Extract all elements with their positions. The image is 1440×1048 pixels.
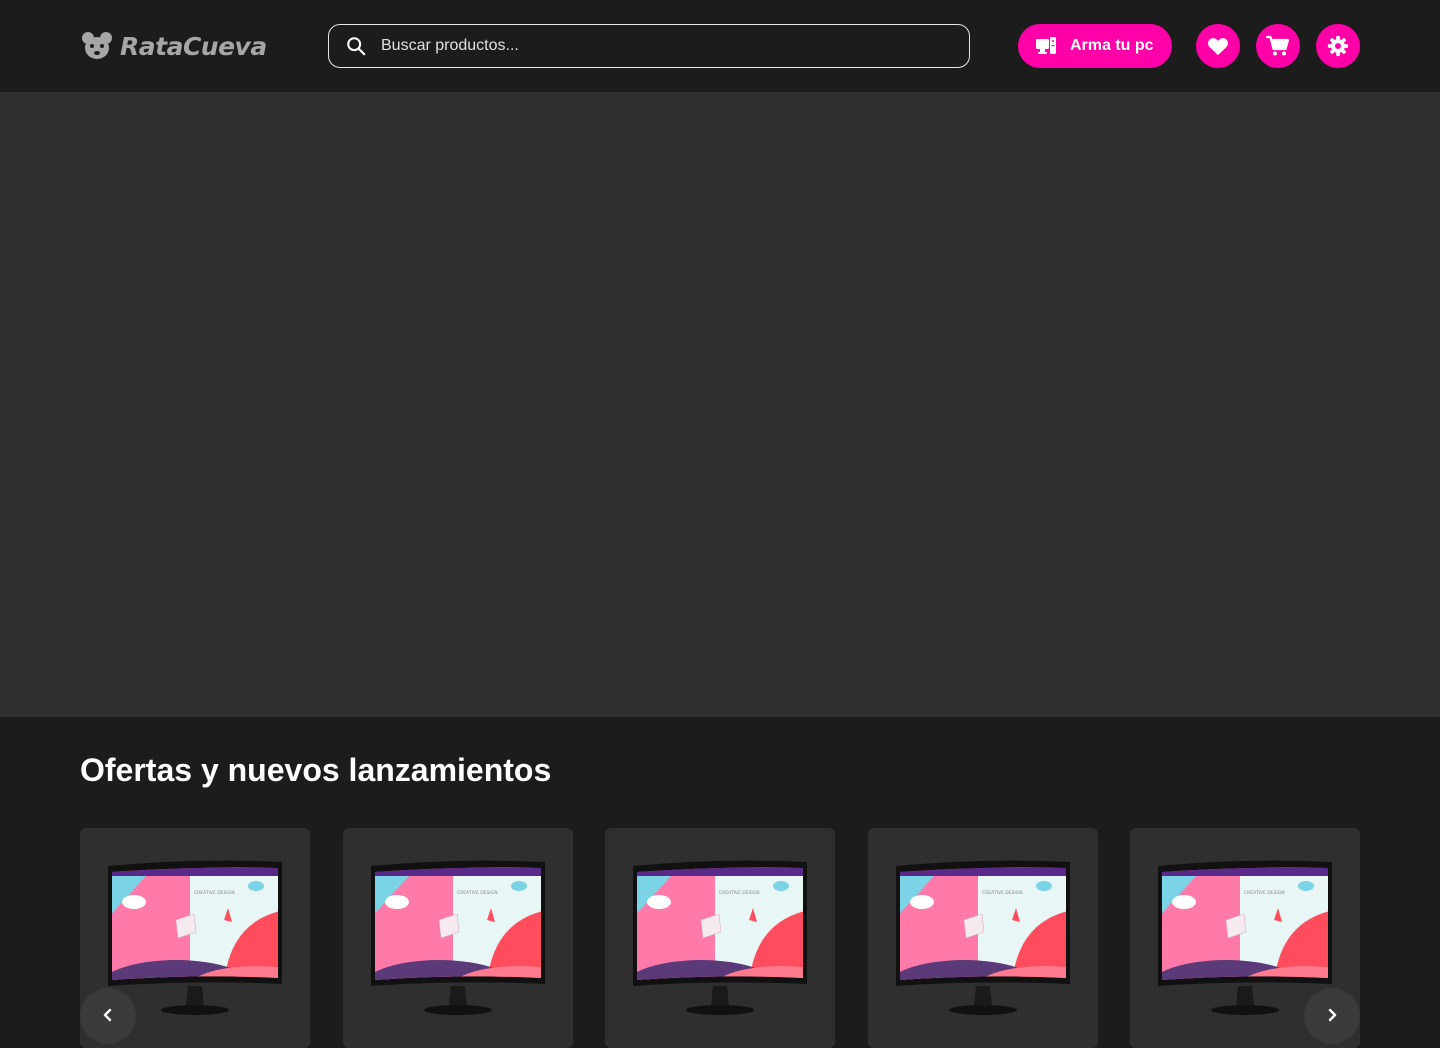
search-bar[interactable] (328, 24, 970, 68)
section-title: Ofertas y nuevos lanzamientos (80, 752, 552, 788)
product-image: CREATIVE DESIGN (108, 860, 282, 1015)
pc-build-icon (1036, 37, 1056, 54)
product-image: CREATIVE DESIGN (895, 860, 1070, 1015)
screen-text: CREATIVE DESIGN (457, 890, 498, 896)
product-image: CREATIVE DESIGN (1158, 860, 1332, 1015)
carousel-prev-button[interactable] (80, 988, 136, 1044)
cart-icon (1266, 35, 1290, 56)
gear-icon (1327, 35, 1349, 57)
logo[interactable]: RataCueva (80, 28, 267, 64)
carousel-next-button[interactable] (1304, 988, 1360, 1044)
product-image: CREATIVE DESIGN (370, 860, 545, 1015)
top-header: RataCueva Arma tu pc (0, 0, 1440, 92)
rat-logo-icon (82, 32, 112, 59)
screen-text: CREATIVE DESIGN (982, 890, 1023, 896)
search-icon[interactable] (345, 35, 367, 57)
product-carousel: CREATIVE DESIGN CREATIVE DESIGN CREATIVE… (80, 828, 1360, 1048)
hero-banner[interactable] (0, 92, 1440, 717)
cart-button[interactable] (1256, 24, 1300, 68)
search-input[interactable] (381, 37, 941, 55)
logo-text: RataCueva (120, 31, 267, 61)
settings-button[interactable] (1316, 24, 1360, 68)
screen-text: CREATIVE DESIGN (719, 890, 760, 896)
chevron-left-icon (103, 1008, 112, 1022)
build-pc-button[interactable]: Arma tu pc (1018, 24, 1172, 68)
product-image: CREATIVE DESIGN (633, 860, 807, 1015)
screen-text: CREATIVE DESIGN (194, 890, 235, 896)
screen-text: CREATIVE DESIGN (1244, 890, 1285, 896)
build-pc-label: Arma tu pc (1070, 37, 1154, 54)
chevron-right-icon (1328, 1008, 1337, 1022)
product-card[interactable]: CREATIVE DESIGN (342, 828, 573, 1048)
heart-icon (1208, 38, 1228, 56)
product-card[interactable]: CREATIVE DESIGN (867, 828, 1098, 1048)
product-card[interactable]: CREATIVE DESIGN (605, 828, 835, 1048)
favorites-button[interactable] (1196, 24, 1240, 68)
